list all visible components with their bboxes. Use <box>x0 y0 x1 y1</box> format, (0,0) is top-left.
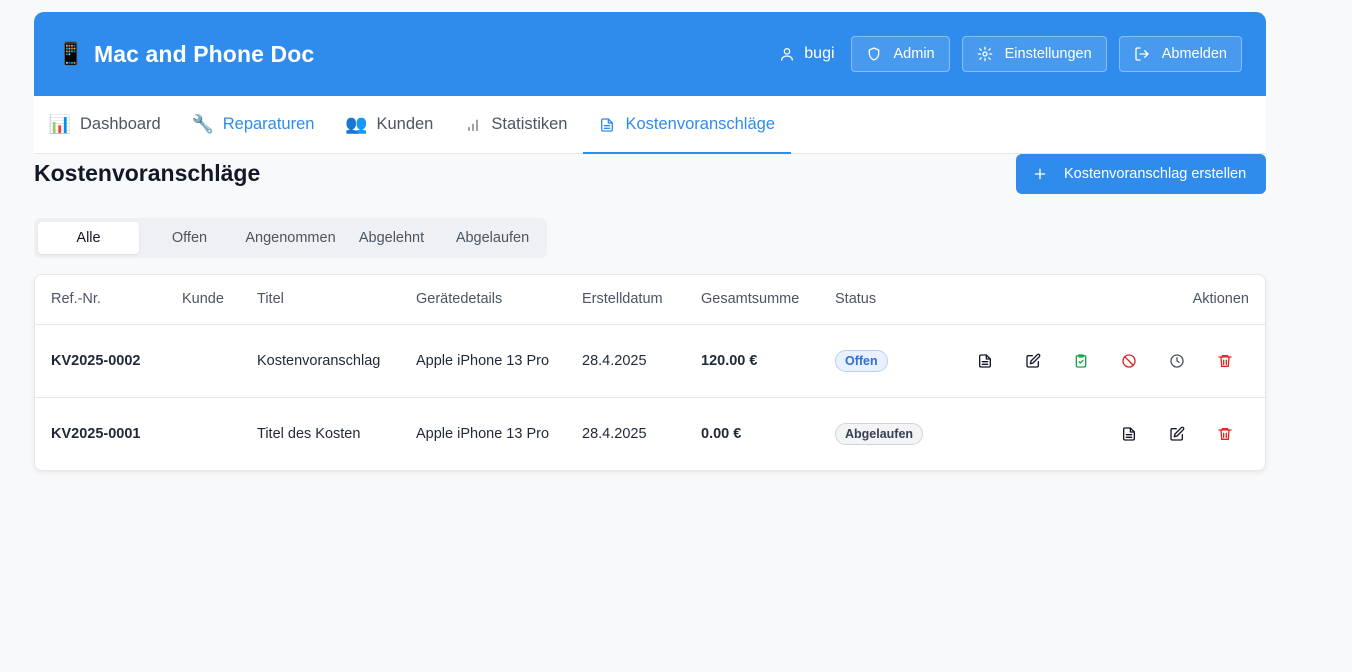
row-actions <box>959 345 1249 377</box>
tab-dashboard[interactable]: 📊 Dashboard <box>34 96 177 153</box>
document-icon <box>601 117 614 132</box>
status-badge: Abgelaufen <box>835 422 924 445</box>
tab-quotes[interactable]: Kostenvoranschläge <box>583 96 791 154</box>
filter-all[interactable]: Alle <box>38 222 139 254</box>
people-icon: 👥 <box>345 114 368 134</box>
cell-title: Titel des Kosten <box>257 425 361 442</box>
tab-repairs-label: Reparaturen <box>222 115 315 133</box>
page-title: Kostenvoranschläge <box>34 160 261 186</box>
tab-customers[interactable]: 👥 Kunden <box>330 96 449 153</box>
table-header-row: Ref.-Nr. Kunde Titel Gerätedetails Erste… <box>35 275 1265 325</box>
quotes-table: Ref.-Nr. Kunde Titel Gerätedetails Erste… <box>35 275 1265 470</box>
status-filter: Alle Offen Angenommen Abgelehnt Abgelauf… <box>34 218 547 258</box>
quotes-table-card: Ref.-Nr. Kunde Titel Gerätedetails Erste… <box>34 274 1266 471</box>
accept-button[interactable] <box>1057 345 1105 377</box>
logout-button-label: Abmelden <box>1161 46 1227 62</box>
table-row[interactable]: KV2025-0002 Kostenvoranschlag Apple iPho… <box>35 324 1265 398</box>
col-customer[interactable]: Kunde <box>166 275 241 325</box>
bar-chart-emoji-icon: 📊 <box>48 114 72 134</box>
cell-actions <box>943 324 1265 398</box>
phone-icon: 📱 <box>57 41 85 66</box>
brand[interactable]: 📱 Mac and Phone Doc <box>57 40 315 68</box>
cell-customer <box>166 324 241 398</box>
logout-button[interactable]: Abmelden <box>1118 36 1242 72</box>
trash-icon <box>1218 354 1232 367</box>
reject-button[interactable] <box>1105 345 1153 377</box>
app-title: Mac and Phone Doc <box>94 40 315 67</box>
tab-repairs[interactable]: 🔧 Reparaturen <box>177 96 331 153</box>
create-quote-label: Kostenvoranschlag erstellen <box>1064 166 1247 182</box>
wrench-icon: 🔧 <box>191 114 214 134</box>
tab-dashboard-label: Dashboard <box>80 115 161 133</box>
app-header: 📱 Mac and Phone Doc bugi Admin Einstellu… <box>34 12 1266 96</box>
cell-device: Apple iPhone 13 Pro <box>400 324 566 398</box>
cell-ref: KV2025-0001 <box>51 425 141 442</box>
tab-quotes-label: Kostenvoranschläge <box>625 115 775 133</box>
page-header: Kostenvoranschläge Kostenvoranschlag ers… <box>34 154 1266 218</box>
delete-button[interactable] <box>1201 345 1249 377</box>
view-pdf-button[interactable] <box>961 345 1009 377</box>
cell-status: Offen <box>819 324 943 398</box>
cell-title: Kostenvoranschlag <box>241 324 400 398</box>
col-status[interactable]: Status <box>819 275 943 325</box>
edit-icon <box>1170 426 1185 441</box>
cell-ref: KV2025-0002 <box>35 324 166 398</box>
plus-icon <box>1034 168 1046 180</box>
col-date[interactable]: Erstelldatum <box>566 275 685 325</box>
col-title[interactable]: Titel <box>241 275 400 325</box>
main-nav: 📊 Dashboard 🔧 Reparaturen 👥 Kunden Stati… <box>34 96 1266 154</box>
document-icon <box>979 353 991 368</box>
admin-button[interactable]: Admin <box>850 36 950 72</box>
clipboard-check-icon <box>1075 353 1087 368</box>
tab-statistics[interactable]: Statistiken <box>449 96 583 153</box>
row-actions <box>959 418 1249 450</box>
status-badge: Offen <box>835 349 888 372</box>
filter-expired[interactable]: Abgelaufen <box>442 222 543 254</box>
settings-button[interactable]: Einstellungen <box>961 36 1107 72</box>
tab-statistics-label: Statistiken <box>491 115 568 133</box>
cell-customer <box>166 397 241 470</box>
col-total[interactable]: Gesamtsumme <box>685 275 819 325</box>
expire-button[interactable] <box>1153 345 1201 377</box>
col-ref[interactable]: Ref.-Nr. <box>35 275 166 325</box>
bar-chart-icon <box>468 119 479 131</box>
filter-open[interactable]: Offen <box>139 222 240 254</box>
cell-status: Abgelaufen <box>819 397 943 470</box>
table-row[interactable]: KV2025-0001 Titel des Kosten Apple iPhon… <box>35 397 1265 470</box>
clock-icon <box>1170 353 1184 368</box>
cell-device: Apple iPhone 13 Pro <box>416 425 550 442</box>
view-pdf-button[interactable] <box>1105 418 1153 450</box>
header-actions: bugi Admin Einstellungen Abmelden <box>779 36 1242 72</box>
logout-icon <box>1135 47 1149 61</box>
cell-date: 28.4.2025 <box>582 425 647 442</box>
ban-icon <box>1122 353 1136 368</box>
tab-customers-label: Kunden <box>376 115 434 133</box>
create-quote-button[interactable]: Kostenvoranschlag erstellen <box>1016 154 1266 194</box>
edit-button[interactable] <box>1153 418 1201 450</box>
edit-icon <box>1026 353 1041 368</box>
gear-icon <box>977 46 992 62</box>
edit-button[interactable] <box>1009 345 1057 377</box>
user-icon <box>781 48 794 61</box>
cell-actions <box>943 397 1265 470</box>
cell-date: 28.4.2025 <box>566 324 685 398</box>
filter-rejected[interactable]: Abgelehnt <box>341 222 442 254</box>
col-device[interactable]: Gerätedetails <box>400 275 566 325</box>
delete-button[interactable] <box>1201 418 1249 450</box>
app-container: 📱 Mac and Phone Doc bugi Admin Einstellu… <box>34 12 1266 471</box>
shield-icon <box>868 47 879 61</box>
col-actions: Aktionen <box>943 275 1265 325</box>
cell-total: 0.00 € <box>701 425 742 442</box>
settings-button-label: Einstellungen <box>1004 46 1092 62</box>
user-info: bugi <box>779 45 835 63</box>
admin-button-label: Admin <box>893 46 935 62</box>
trash-icon <box>1218 427 1232 440</box>
document-icon <box>1123 427 1135 441</box>
username: bugi <box>804 45 835 62</box>
filter-accepted[interactable]: Angenommen <box>240 222 341 254</box>
cell-total: 120.00 € <box>685 324 819 398</box>
